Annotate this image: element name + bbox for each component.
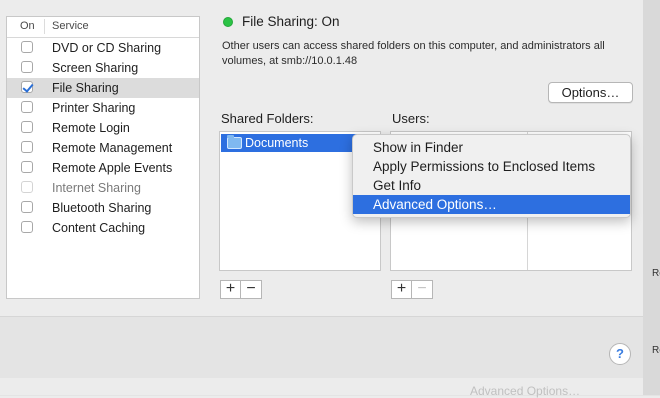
add-user-button[interactable]: + (391, 280, 412, 299)
service-checkbox[interactable] (21, 41, 33, 53)
service-checkbox[interactable] (21, 61, 33, 73)
service-row[interactable]: DVD or CD Sharing (7, 38, 199, 58)
column-header-service[interactable]: Service (52, 20, 89, 32)
status-title: File Sharing: On (242, 14, 340, 29)
service-list: On Service DVD or CD Sharing Screen Shari… (6, 16, 200, 299)
service-label: Screen Sharing (52, 61, 139, 75)
service-row[interactable]: Internet Sharing (7, 178, 199, 198)
service-checkbox[interactable] (21, 121, 33, 133)
service-list-header: On Service (7, 17, 199, 38)
shared-folder-name: Documents (245, 136, 309, 150)
menu-item-advanced-options[interactable]: Advanced Options… (353, 195, 630, 214)
service-checkbox[interactable] (21, 101, 33, 113)
service-label: File Sharing (52, 81, 119, 95)
menu-item-show-in-finder[interactable]: Show in Finder (353, 138, 630, 157)
context-menu: Show in Finder Apply Permissions to Encl… (352, 134, 631, 218)
service-label: Remote Management (52, 141, 173, 155)
folder-icon (227, 135, 242, 149)
service-checkbox[interactable] (21, 161, 33, 173)
status-description: Other users can access shared folders on… (222, 40, 605, 67)
service-row[interactable]: Remote Management (7, 138, 199, 158)
service-row[interactable]: Printer Sharing (7, 98, 199, 118)
remove-user-button[interactable]: − (412, 280, 433, 299)
service-row[interactable]: Remote Apple Events (7, 158, 199, 178)
background-glyph: Re (652, 345, 660, 356)
column-divider (44, 19, 45, 34)
remove-folder-button[interactable]: − (241, 280, 262, 299)
service-rows: DVD or CD Sharing Screen Sharing File Shar… (7, 38, 199, 238)
users-label: Users: (392, 111, 430, 126)
service-row[interactable]: Remote Login (7, 118, 199, 138)
users-add-remove: + − (391, 280, 433, 299)
service-label: Printer Sharing (52, 101, 136, 115)
shared-folders-add-remove: + − (220, 280, 262, 299)
background-window-text: Advanced Options… (470, 384, 581, 398)
status-indicator-icon (223, 17, 233, 27)
add-folder-button[interactable]: + (220, 280, 241, 299)
column-header-on[interactable]: On (20, 20, 35, 32)
background-glyph: Re (652, 268, 660, 279)
help-button[interactable]: ? (609, 343, 631, 365)
service-checkbox[interactable] (21, 141, 33, 153)
service-label: Bluetooth Sharing (52, 201, 152, 215)
shared-folders-label: Shared Folders: (221, 111, 314, 126)
background-window-edge: Re Re (643, 0, 660, 395)
service-label: Content Caching (52, 221, 146, 235)
service-row[interactable]: Bluetooth Sharing (7, 198, 199, 218)
service-checkbox[interactable] (21, 81, 33, 93)
service-label: Remote Login (52, 121, 130, 135)
service-label: Remote Apple Events (52, 161, 173, 175)
service-row[interactable]: Screen Sharing (7, 58, 199, 78)
menu-item-get-info[interactable]: Get Info (353, 176, 630, 195)
service-checkbox[interactable] (21, 201, 33, 213)
service-checkbox[interactable] (21, 181, 33, 193)
menu-item-apply-permissions[interactable]: Apply Permissions to Enclosed Items (353, 157, 630, 176)
options-button[interactable]: Options… (548, 82, 633, 103)
service-label: Internet Sharing (52, 181, 141, 195)
service-row[interactable]: File Sharing (7, 78, 199, 98)
service-checkbox[interactable] (21, 221, 33, 233)
service-label: DVD or CD Sharing (52, 41, 162, 55)
service-row[interactable]: Content Caching (7, 218, 199, 238)
